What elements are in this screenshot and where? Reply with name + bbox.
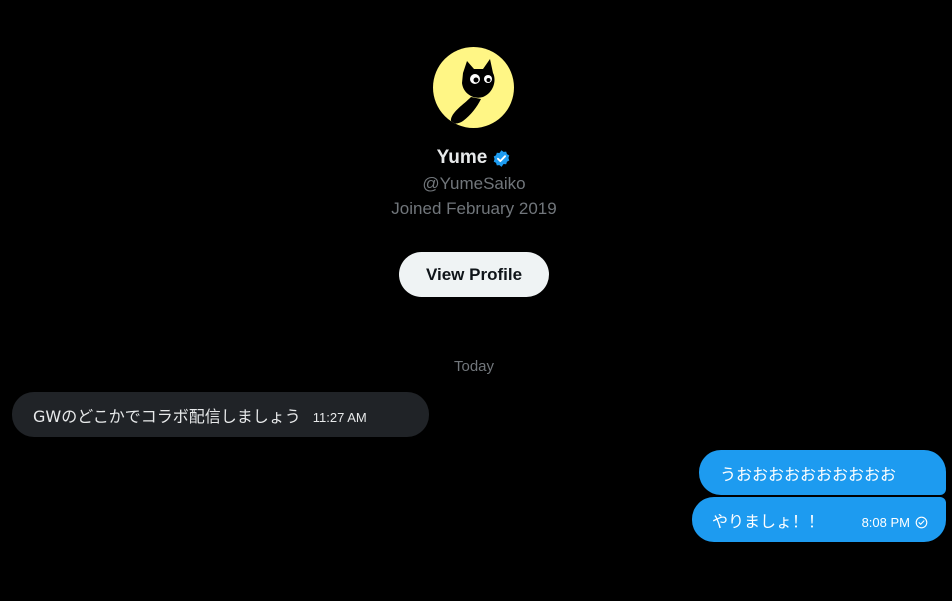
message-bubble-outgoing[interactable]: うおおおおおおおおおお xyxy=(699,450,946,495)
day-separator: Today xyxy=(453,358,495,375)
message-text: GWのどこかでコラボ配信しましょう xyxy=(33,406,301,426)
sent-check-icon xyxy=(915,516,928,529)
message-text: やりましょ！！ xyxy=(712,511,825,531)
message-time: 11:27 AM xyxy=(312,410,367,425)
view-profile-button[interactable]: View Profile xyxy=(399,252,549,297)
profile-name[interactable]: Yume xyxy=(437,147,488,169)
profile-handle: @YumeSaiko xyxy=(422,174,526,193)
message-time: 8:08 PM xyxy=(861,515,910,530)
message-text: うおおおおおおおおおお xyxy=(720,464,897,484)
message-bubble-incoming[interactable]: GWのどこかでコラボ配信しましょう 11:27 AM xyxy=(12,392,429,437)
joined-date: Joined February 2019 xyxy=(391,199,557,218)
black-cat-avatar-icon xyxy=(450,59,495,124)
message-bubble-outgoing[interactable]: やりましょ！！ 8:08 PM xyxy=(692,497,946,542)
verified-badge-icon xyxy=(494,149,510,167)
name-row: Yume xyxy=(0,147,948,169)
avatar[interactable] xyxy=(433,47,514,128)
